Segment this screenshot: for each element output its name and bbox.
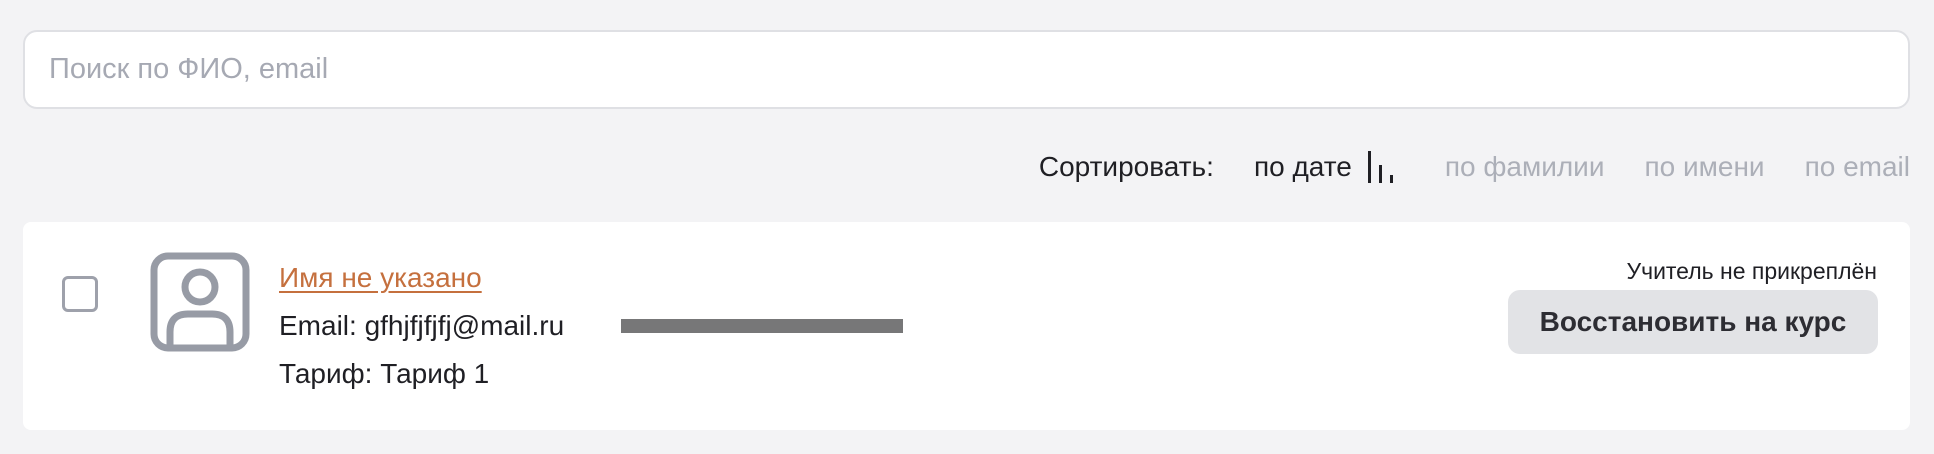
select-checkbox[interactable]	[62, 276, 98, 312]
sort-label: Сортировать:	[1038, 151, 1214, 182]
student-name-link[interactable]: Имя не указано	[279, 260, 564, 296]
teacher-status: Учитель не прикреплён	[1626, 258, 1877, 284]
tariff-value: Тариф 1	[380, 358, 490, 389]
user-avatar-icon	[150, 252, 250, 352]
email-label: Email:	[279, 310, 357, 341]
sort-by-date[interactable]: по дате	[1254, 151, 1352, 183]
sort-descending-icon[interactable]	[1366, 147, 1396, 187]
search-input[interactable]	[25, 32, 1908, 107]
tariff-label: Тариф:	[279, 358, 373, 389]
email-line: Email: gfhjfjfjfj@mail.ru	[279, 308, 903, 344]
search-box[interactable]	[23, 30, 1910, 109]
sort-by-name[interactable]: по имени	[1644, 151, 1764, 183]
student-info: Имя не указано Email: gfhjfjfjfj@mail.ru…	[279, 260, 903, 392]
email-value: gfhjfjfjfj@mail.ru	[364, 310, 565, 341]
redaction-bar	[621, 319, 903, 333]
sort-by-email[interactable]: по email	[1805, 151, 1910, 183]
restore-to-course-button[interactable]: Восстановить на курс	[1508, 290, 1878, 354]
student-card: Имя не указано Email: gfhjfjfjfj@mail.ru…	[23, 222, 1910, 430]
sort-bar: Сортировать: по дате по фамилии по имени…	[1039, 147, 1910, 187]
tariff-line: Тариф: Тариф 1	[279, 356, 564, 392]
sort-by-surname[interactable]: по фамилии	[1445, 151, 1605, 183]
